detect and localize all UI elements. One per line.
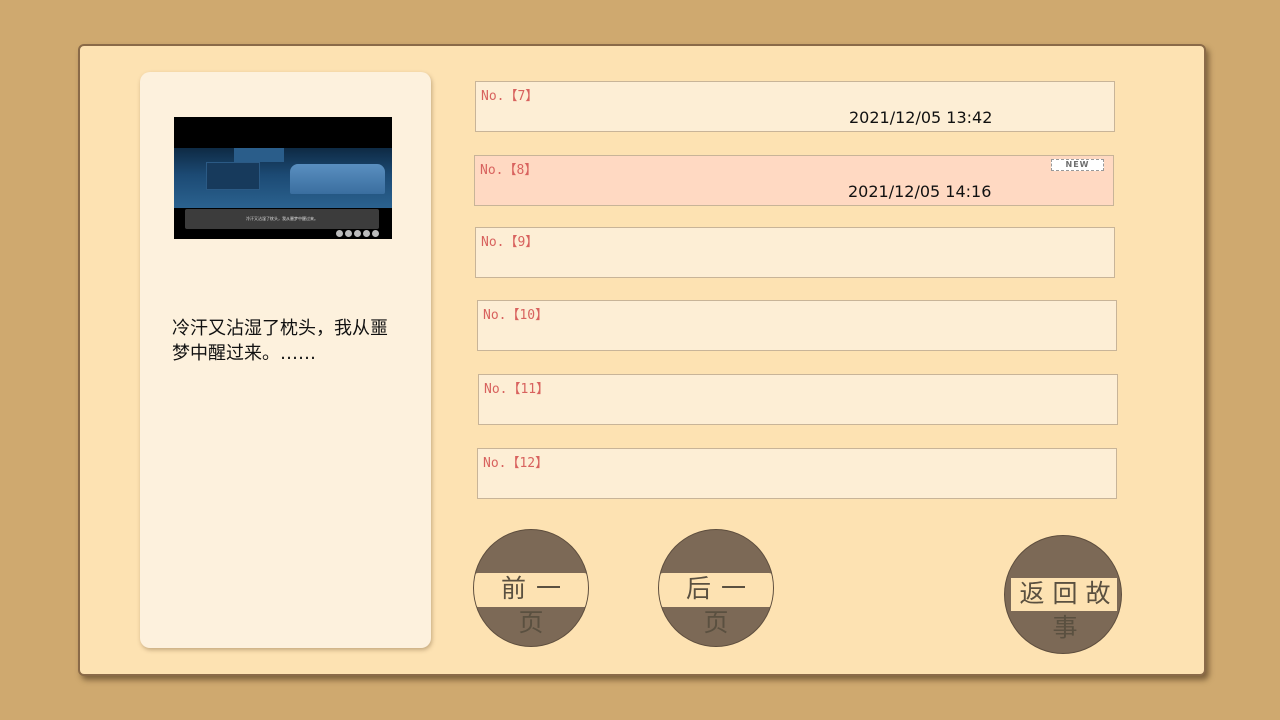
save-slot-9[interactable]: No.【9】 xyxy=(475,227,1115,278)
preview-text: 冷汗又沾湿了枕头，我从噩梦中醒过来。…… xyxy=(172,318,388,364)
save-thumbnail: 冷汗又沾湿了枕头，我从噩梦中醒过来。 xyxy=(174,117,392,239)
thumbnail-bed xyxy=(290,164,385,194)
dot-icon xyxy=(336,230,343,237)
save-load-screen: 冷汗又沾湿了枕头，我从噩梦中醒过来。 冷汗又沾湿了枕头，我从噩梦中醒过来。…… … xyxy=(0,0,1280,720)
slot-number: No.【8】 xyxy=(480,163,538,178)
thumbnail-window xyxy=(234,148,284,162)
save-slot-10[interactable]: No.【10】 xyxy=(477,300,1117,351)
thumbnail-textbox: 冷汗又沾湿了枕头，我从噩梦中醒过来。 xyxy=(185,209,379,229)
next-page-button[interactable]: 后一页 xyxy=(658,529,774,647)
slot-number: No.【7】 xyxy=(481,89,539,104)
save-slot-7[interactable]: No.【7】 2021/12/05 13:42 xyxy=(475,81,1115,132)
dot-icon xyxy=(345,230,352,237)
save-slot-12[interactable]: No.【12】 xyxy=(477,448,1117,499)
prev-page-label: 前一页 xyxy=(500,574,571,637)
dot-icon xyxy=(372,230,379,237)
slot-number: No.【10】 xyxy=(483,308,549,323)
slot-number: No.【12】 xyxy=(483,456,549,471)
save-slot-8[interactable]: No.【8】 NEW 2021/12/05 14:16 xyxy=(474,155,1114,206)
thumbnail-dresser xyxy=(206,162,260,190)
slot-date: 2021/12/05 13:42 xyxy=(849,108,993,127)
next-page-label: 后一页 xyxy=(685,574,756,637)
slot-date: 2021/12/05 14:16 xyxy=(848,182,992,201)
return-story-button[interactable]: 返回故事 xyxy=(1004,535,1122,654)
save-slot-11[interactable]: No.【11】 xyxy=(478,374,1118,425)
slot-number: No.【11】 xyxy=(484,382,550,397)
return-story-label: 返回故事 xyxy=(1019,579,1119,642)
new-badge: NEW xyxy=(1051,159,1104,171)
dot-icon xyxy=(363,230,370,237)
slot-number: No.【9】 xyxy=(481,235,539,250)
dot-icon xyxy=(354,230,361,237)
thumbnail-menu-dots xyxy=(336,230,379,237)
prev-page-button[interactable]: 前一页 xyxy=(473,529,589,647)
